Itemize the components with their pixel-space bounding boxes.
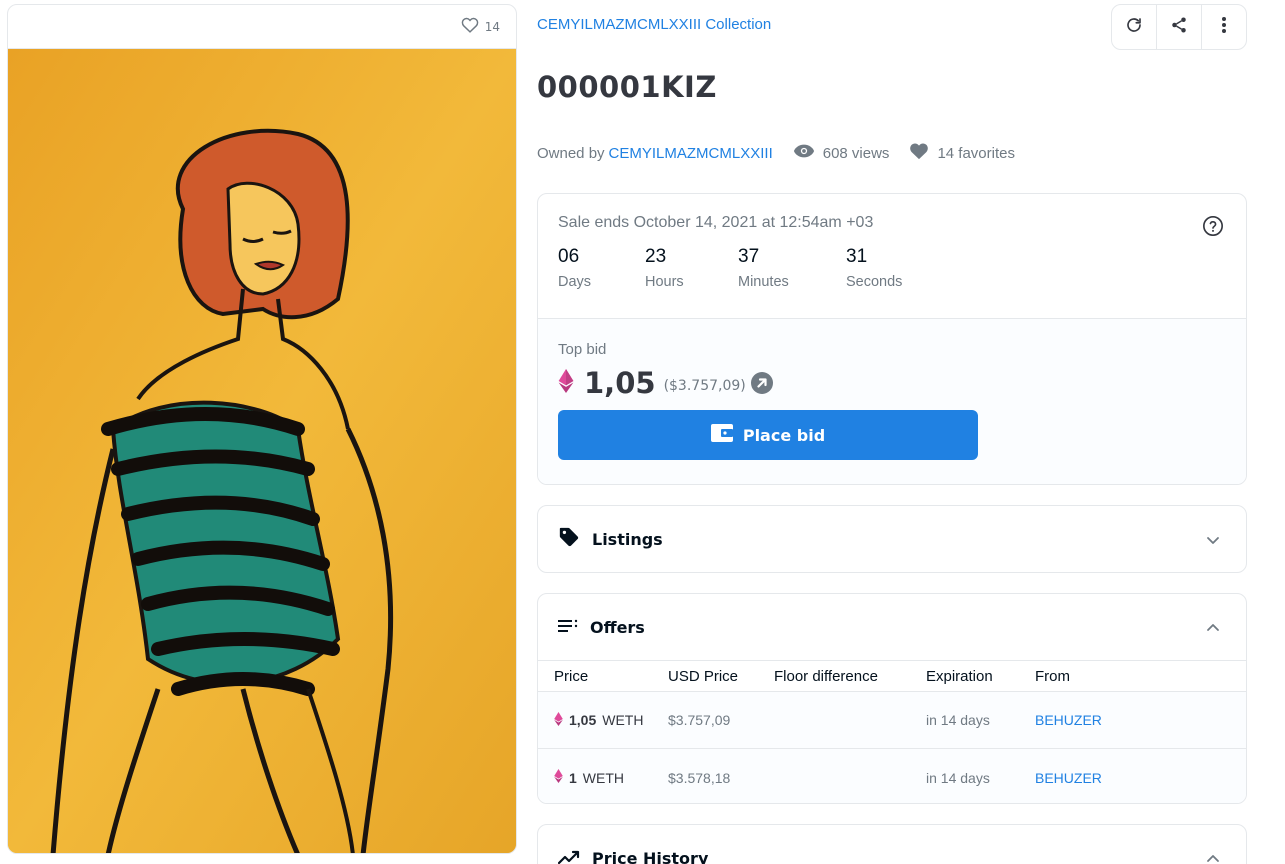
owned-by-label: Owned by bbox=[537, 144, 605, 162]
chevron-up-icon bbox=[1206, 851, 1220, 864]
nft-image-card: 14 bbox=[7, 4, 517, 854]
weth-icon bbox=[558, 369, 574, 397]
item-meta-row: Owned by CEMYILMAZMCMLXXIII 608 views 14… bbox=[537, 141, 1015, 165]
top-bid-label: Top bid bbox=[558, 341, 607, 358]
views-text: 608 views bbox=[822, 144, 890, 162]
refresh-icon bbox=[1125, 16, 1143, 38]
listings-panel: Listings bbox=[537, 505, 1247, 573]
price-history-header[interactable]: Price History bbox=[538, 825, 1246, 864]
offers-title: Offers bbox=[590, 617, 645, 637]
trending-line-icon bbox=[557, 849, 580, 864]
listings-title: Listings bbox=[592, 529, 663, 549]
offer-unit: WETH bbox=[582, 769, 625, 786]
offer-from-link[interactable]: BEHUZER bbox=[1035, 712, 1185, 728]
weth-icon bbox=[554, 769, 563, 786]
table-header-row: Price USD Price Floor difference Expirat… bbox=[538, 661, 1246, 692]
price-history-title: Price History bbox=[592, 848, 709, 864]
countdown-unit: Days bbox=[558, 274, 592, 290]
collection-link[interactable]: CEMYILMAZMCMLXXIII Collection bbox=[537, 16, 771, 33]
weth-icon bbox=[554, 711, 563, 729]
offer-unit: WETH bbox=[602, 712, 644, 728]
heart-filled-icon bbox=[909, 142, 929, 164]
countdown-value: 23 bbox=[645, 246, 667, 267]
owner-link[interactable]: CEMYILMAZMCMLXXIII bbox=[609, 145, 773, 162]
sale-panel: Sale ends October 14, 2021 at 12:54am +0… bbox=[537, 193, 1247, 485]
wallet-icon bbox=[710, 424, 733, 446]
countdown-timer: 06 Days 23 Hours 37 Minutes 31 Seconds bbox=[558, 246, 1226, 290]
offer-usd-price: $3.578,18 bbox=[668, 769, 731, 786]
chevron-up-icon bbox=[1206, 620, 1220, 639]
countdown-days: 06 Days bbox=[558, 246, 645, 290]
listings-header[interactable]: Listings bbox=[538, 506, 1246, 572]
countdown-value: 31 bbox=[846, 246, 868, 267]
external-link-icon[interactable] bbox=[750, 371, 774, 399]
countdown-seconds: 31 Seconds bbox=[846, 246, 946, 290]
top-bid-usd: ($3.757,09) bbox=[663, 378, 746, 394]
countdown-value: 37 bbox=[738, 246, 760, 267]
place-bid-button[interactable]: Place bid bbox=[558, 410, 978, 460]
offers-table: Price USD Price Floor difference Expirat… bbox=[538, 660, 1246, 803]
offer-amount: 1,05 bbox=[569, 712, 597, 728]
price-history-panel: Price History bbox=[537, 824, 1247, 864]
offer-usd-price: $3.757,09 bbox=[668, 712, 731, 728]
offer-price: 1 WETH bbox=[538, 769, 668, 786]
more-vertical-icon bbox=[1221, 16, 1227, 38]
heart-outline-icon[interactable] bbox=[461, 17, 479, 37]
favorite-count: 14 bbox=[484, 19, 500, 34]
list-icon bbox=[558, 618, 578, 637]
views-counter: 608 views bbox=[793, 143, 890, 163]
refresh-button[interactable] bbox=[1112, 5, 1157, 49]
share-button[interactable] bbox=[1157, 5, 1202, 49]
offers-header[interactable]: Offers bbox=[538, 594, 1246, 660]
column-header-expiration: Expiration bbox=[926, 667, 993, 685]
share-icon bbox=[1170, 16, 1188, 38]
table-row: 1 WETH $3.578,18 in 14 days BEHUZER bbox=[538, 749, 1246, 803]
sale-countdown-section: Sale ends October 14, 2021 at 12:54am +0… bbox=[538, 194, 1246, 319]
countdown-unit: Minutes bbox=[738, 274, 789, 290]
item-toolbar bbox=[1111, 4, 1247, 50]
offer-amount: 1 bbox=[569, 769, 577, 786]
more-options-button[interactable] bbox=[1202, 5, 1246, 49]
place-bid-label: Place bid bbox=[742, 425, 826, 445]
table-row: 1,05 WETH $3.757,09 in 14 days BEHUZER bbox=[538, 692, 1246, 749]
help-circle-icon[interactable] bbox=[1202, 215, 1224, 241]
column-header-usd-price: USD Price bbox=[668, 667, 739, 685]
image-card-header: 14 bbox=[8, 5, 516, 49]
offer-price: 1,05 WETH bbox=[538, 711, 668, 729]
eye-icon bbox=[793, 143, 815, 163]
sale-ends-text: Sale ends October 14, 2021 at 12:54am +0… bbox=[558, 214, 874, 231]
chevron-down-icon bbox=[1206, 532, 1220, 551]
column-header-floor-difference: Floor difference bbox=[774, 667, 878, 685]
top-bid-amount: 1,05 bbox=[584, 366, 656, 400]
offer-expiration: in 14 days bbox=[926, 712, 990, 728]
column-header-price: Price bbox=[554, 667, 589, 685]
favorites-counter: 14 favorites bbox=[909, 142, 1015, 164]
top-bid-row: 1,05 ($3.757,09) bbox=[558, 366, 1226, 400]
favorites-text: 14 favorites bbox=[937, 144, 1015, 162]
tag-icon bbox=[558, 526, 580, 552]
top-bid-section: Top bid 1,05 ($3.757,09) Place bid bbox=[538, 319, 1246, 484]
countdown-hours: 23 Hours bbox=[645, 246, 738, 290]
countdown-value: 06 bbox=[558, 246, 580, 267]
column-header-from: From bbox=[1035, 667, 1070, 685]
countdown-unit: Seconds bbox=[846, 274, 903, 290]
offer-from-link[interactable]: BEHUZER bbox=[1035, 770, 1185, 786]
nft-artwork-image[interactable] bbox=[8, 49, 516, 853]
countdown-unit: Hours bbox=[645, 274, 684, 290]
offers-panel: Offers Price USD Price Floor difference … bbox=[537, 593, 1247, 804]
item-title: 000001KIZ bbox=[537, 70, 717, 104]
countdown-minutes: 37 Minutes bbox=[738, 246, 846, 290]
offer-expiration: in 14 days bbox=[926, 769, 990, 786]
